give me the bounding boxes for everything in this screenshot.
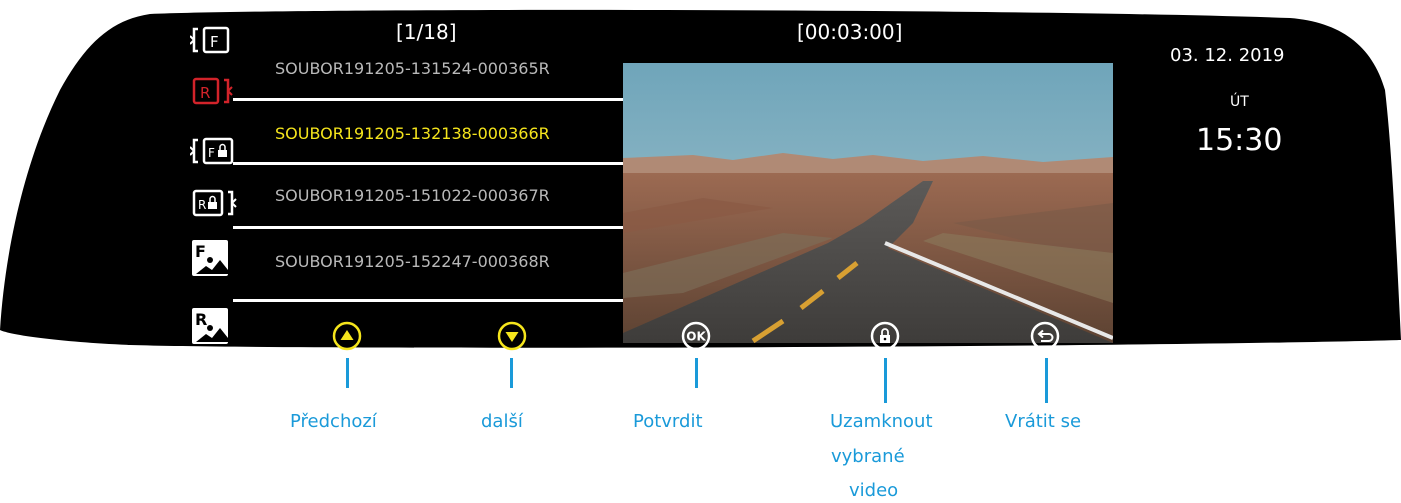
file-list-item[interactable]: SOUBOR191205-131524-000365R — [275, 59, 550, 78]
callout-line-back — [1045, 358, 1048, 403]
list-divider — [233, 98, 625, 101]
svg-text:F: F — [195, 242, 206, 261]
file-list-item[interactable]: SOUBOR191205-151022-000367R — [275, 186, 550, 205]
file-counter: [1/18] — [396, 20, 457, 44]
up-arrow-icon[interactable] — [332, 321, 362, 351]
label-confirm: Potvrdit — [633, 411, 703, 432]
svg-text:F: F — [210, 33, 219, 51]
file-list-item[interactable]: SOUBOR191205-152247-000368R — [275, 252, 550, 271]
svg-text:F: F — [208, 146, 215, 160]
down-arrow-icon[interactable] — [497, 321, 527, 351]
svg-text:R: R — [195, 310, 207, 329]
list-divider — [233, 226, 625, 229]
callout-line-previous — [346, 358, 349, 388]
svg-text:R: R — [200, 84, 210, 102]
video-duration: [00:03:00] — [797, 20, 903, 44]
dashcam-screen: [1/18] [00:03:00] 03. 12. 2019 ÚT 15:30 … — [0, 0, 1401, 360]
callout-line-next — [510, 358, 513, 388]
weekday-display: ÚT — [1230, 94, 1249, 110]
label-lock-line1: Uzamknout — [830, 411, 933, 432]
lock-icon[interactable] — [870, 321, 900, 351]
file-list-item-selected[interactable]: SOUBOR191205-132138-000366R — [275, 124, 550, 143]
ok-icon[interactable]: OK — [681, 321, 711, 351]
video-preview-thumbnail[interactable] — [623, 63, 1113, 343]
return-icon[interactable] — [1030, 321, 1060, 351]
time-display: 15:30 — [1196, 123, 1283, 158]
list-divider — [233, 162, 625, 165]
callout-line-lock — [884, 358, 887, 403]
label-lock-line3: video — [849, 480, 899, 501]
label-lock-line2: vybrané — [831, 446, 905, 467]
svg-text:R: R — [198, 198, 206, 212]
label-next: další — [481, 411, 523, 432]
label-back: Vrátit se — [1005, 411, 1082, 432]
list-divider — [233, 299, 625, 302]
svg-text:OK: OK — [686, 330, 706, 344]
label-previous: Předchozí — [290, 411, 377, 432]
callout-line-confirm — [695, 358, 698, 388]
date-display: 03. 12. 2019 — [1170, 45, 1285, 66]
